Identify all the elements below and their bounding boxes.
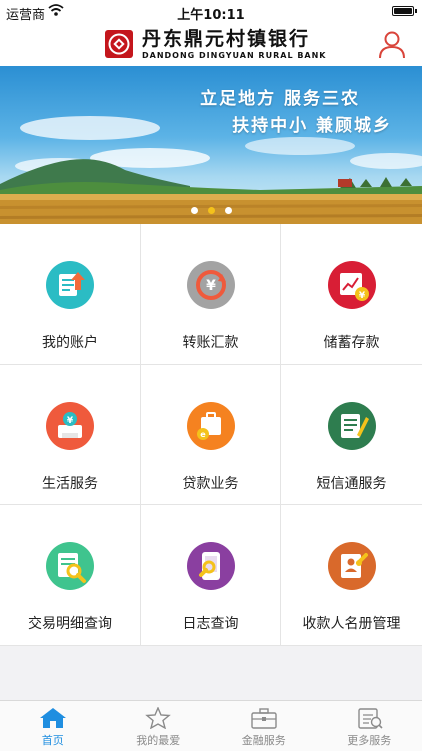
banner-dot[interactable] <box>225 207 232 214</box>
menu-loan[interactable]: e 贷款业务 <box>141 365 281 505</box>
banner-slogan-line2: 扶持中小 兼顾城乡 <box>232 111 392 136</box>
menu-label: 贷款业务 <box>141 473 280 493</box>
bank-name: 丹东鼎元村镇银行 DANDONG DINGYUAN RURAL BANK <box>142 28 327 61</box>
menu-label: 日志查询 <box>141 613 280 633</box>
menu-sms-service[interactable]: 短信通服务 <box>281 365 422 505</box>
banner-page-indicator[interactable] <box>0 207 422 214</box>
status-bar: 运营商 上午10:11 <box>0 0 422 24</box>
menu-log-query[interactable]: 日志查询 <box>141 505 281 646</box>
star-icon <box>144 707 172 729</box>
tab-label: 首页 <box>0 732 106 748</box>
menu-transfer[interactable]: ¥ 转账汇款 <box>141 224 281 365</box>
briefcase-icon <box>250 707 278 729</box>
home-icon <box>39 707 67 729</box>
transfer-icon: ¥ <box>186 260 236 310</box>
tab-label: 金融服务 <box>211 732 317 748</box>
bank-logo-icon <box>104 29 134 59</box>
svg-text:¥: ¥ <box>358 291 365 301</box>
svg-text:e: e <box>200 430 206 439</box>
life-service-icon: ¥ <box>45 401 95 451</box>
menu-label: 交易明细查询 <box>0 613 140 633</box>
menu-label: 转账汇款 <box>141 332 280 352</box>
bottom-tab-bar: 首页 我的最爱 金融服务 更多服务 <box>0 700 422 751</box>
svg-text:¥: ¥ <box>206 278 216 294</box>
tab-label: 更多服务 <box>317 732 422 748</box>
menu-deposit[interactable]: ¥ 储蓄存款 <box>281 224 422 365</box>
deposit-icon: ¥ <box>327 260 377 310</box>
tab-label: 我的最爱 <box>106 732 212 748</box>
tab-home[interactable]: 首页 <box>0 701 106 751</box>
account-icon <box>45 260 95 310</box>
menu-transaction-query[interactable]: 交易明细查询 <box>0 505 141 646</box>
log-query-icon <box>186 541 236 591</box>
tab-more-services[interactable]: 更多服务 <box>317 701 422 751</box>
banner-dot[interactable] <box>208 207 215 214</box>
tab-favorites[interactable]: 我的最爱 <box>106 701 212 751</box>
bank-name-en: DANDONG DINGYUAN RURAL BANK <box>142 51 327 61</box>
svg-text:¥: ¥ <box>67 416 74 426</box>
app-header: 丹东鼎元村镇银行 DANDONG DINGYUAN RURAL BANK <box>0 24 422 66</box>
sms-service-icon <box>327 401 377 451</box>
menu-label: 我的账户 <box>0 332 140 352</box>
bank-name-cn: 丹东鼎元村镇银行 <box>142 28 327 50</box>
menu-label: 储蓄存款 <box>281 332 422 352</box>
status-time: 上午10:11 <box>0 4 422 23</box>
menu-my-account[interactable]: 我的账户 <box>0 224 141 365</box>
menu-label: 短信通服务 <box>281 473 422 493</box>
banner-slogan-line1: 立足地方 服务三农 <box>200 84 360 109</box>
battery-icon <box>392 6 414 16</box>
payee-management-icon <box>327 541 377 591</box>
more-services-icon <box>355 707 383 729</box>
main-menu-grid: 我的账户 ¥ 转账汇款 ¥ 储蓄存款 ¥ 生活服务 <box>0 224 422 646</box>
menu-life-service[interactable]: ¥ 生活服务 <box>0 365 141 505</box>
promo-banner[interactable]: 立足地方 服务三农 扶持中小 兼顾城乡 <box>0 66 422 224</box>
tab-financial-services[interactable]: 金融服务 <box>211 701 317 751</box>
transaction-query-icon <box>45 541 95 591</box>
loan-icon: e <box>186 401 236 451</box>
user-profile-icon[interactable] <box>378 30 406 60</box>
banner-dot[interactable] <box>191 207 198 214</box>
menu-label: 收款人名册管理 <box>281 613 422 633</box>
menu-label: 生活服务 <box>0 473 140 493</box>
menu-payee-management[interactable]: 收款人名册管理 <box>281 505 422 646</box>
